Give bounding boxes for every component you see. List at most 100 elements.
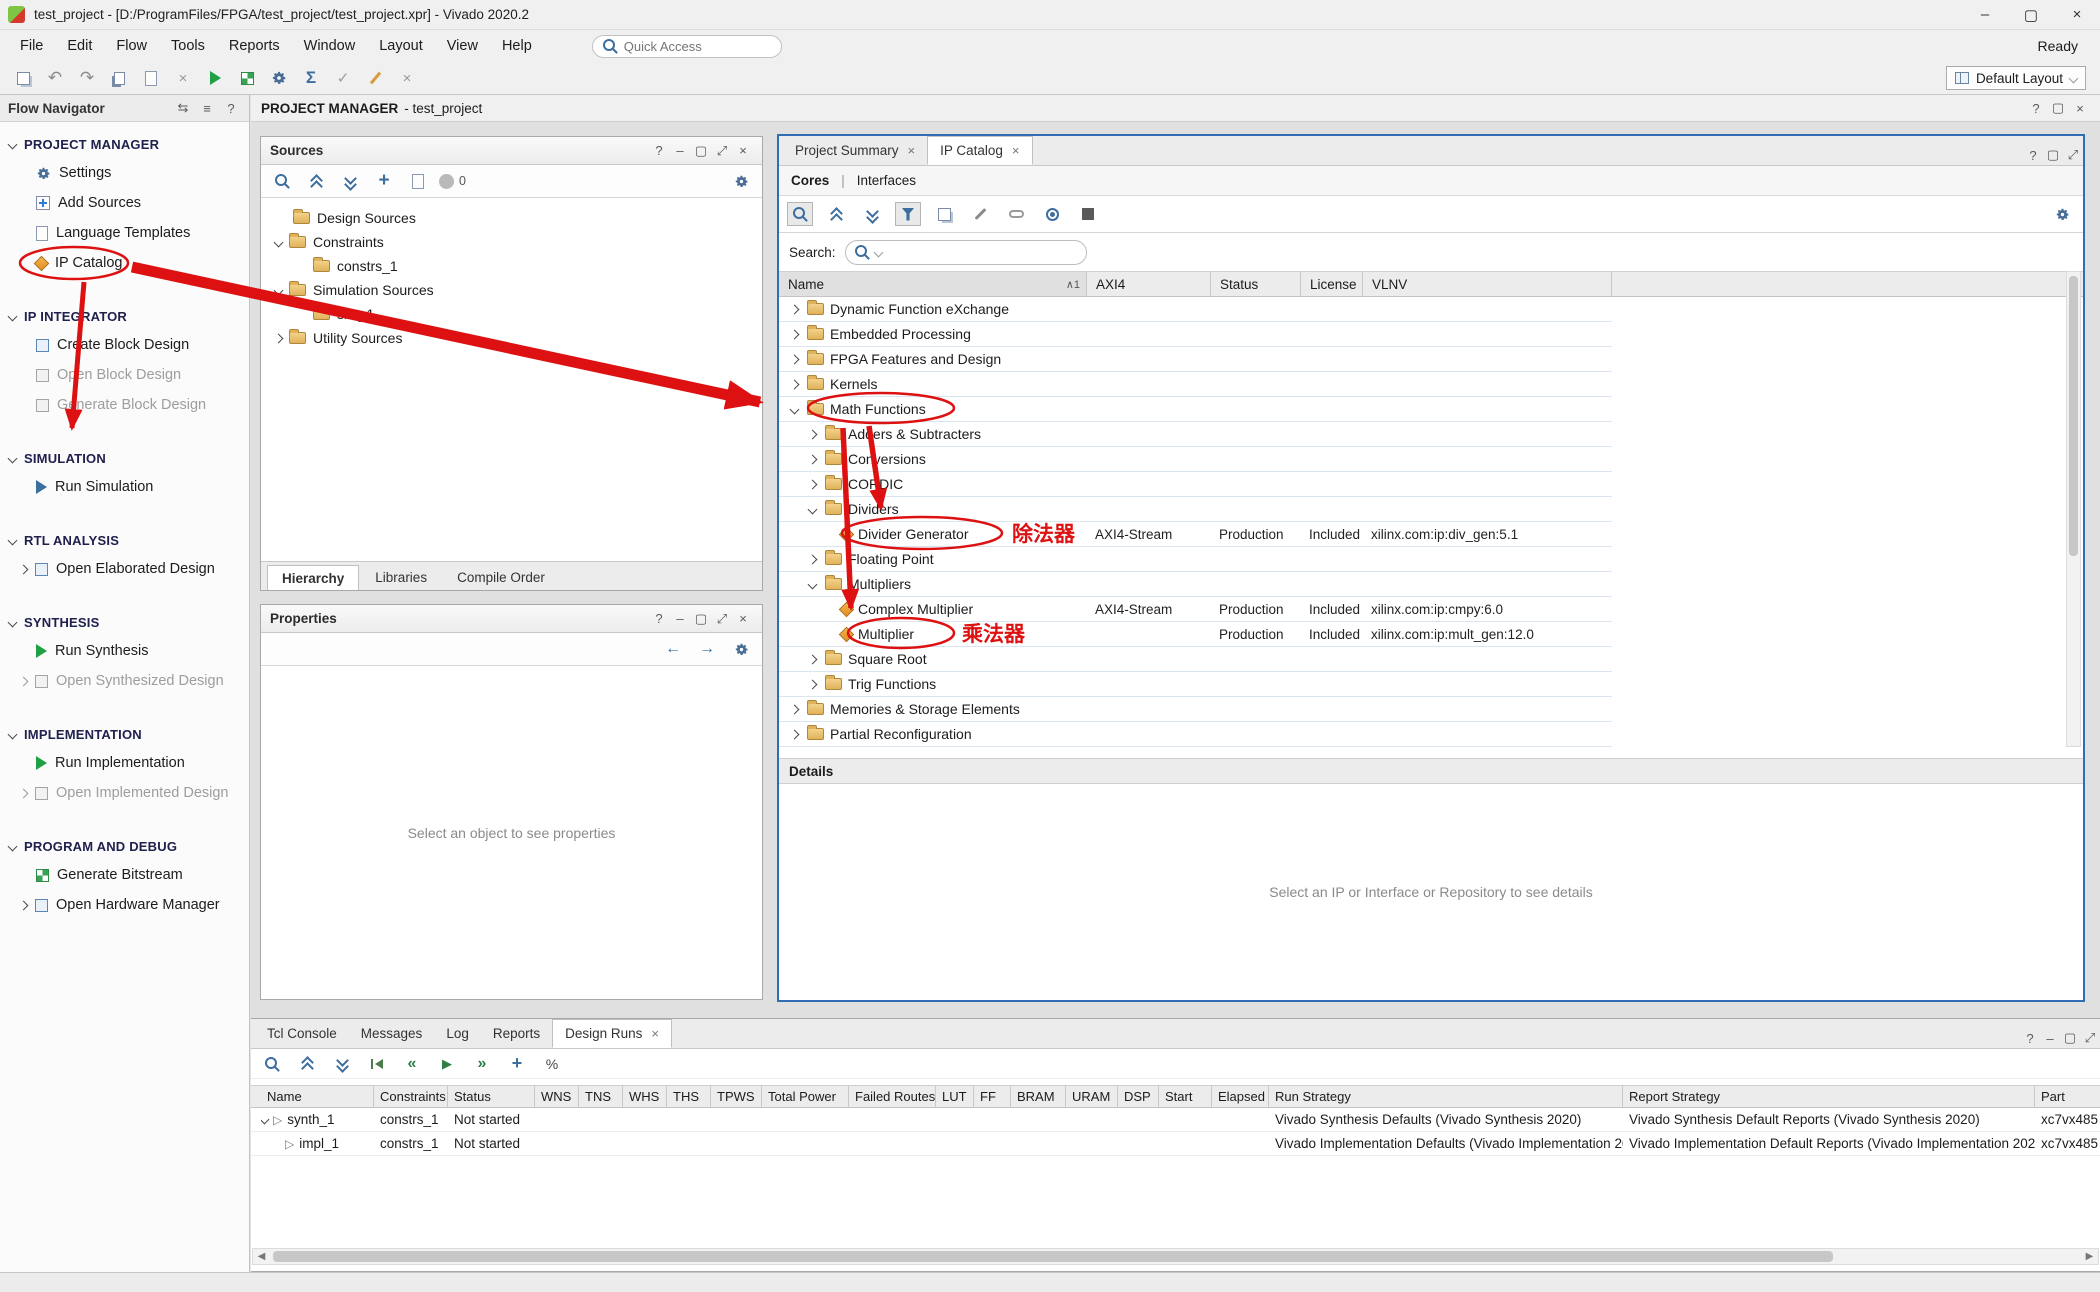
- delete-button[interactable]: ×: [170, 66, 196, 90]
- sidebar-item-open-hardware-manager[interactable]: Open Hardware Manager: [0, 890, 249, 920]
- settings-toolbar-button[interactable]: [266, 66, 292, 90]
- float-icon[interactable]: ▢: [691, 141, 711, 161]
- undo-button[interactable]: ↶: [42, 66, 68, 90]
- catalog-row-dynamic-function-exchange[interactable]: Dynamic Function eXchange: [779, 297, 1612, 322]
- tab-design-runs[interactable]: Design Runs ×: [552, 1019, 672, 1048]
- column-header[interactable]: Total Power: [762, 1086, 849, 1107]
- sidebar-item-open-implemented-design[interactable]: Open Implemented Design: [0, 778, 249, 808]
- tab-compile-order[interactable]: Compile Order: [443, 565, 559, 590]
- catalog-row-kernels[interactable]: Kernels: [779, 372, 1612, 397]
- close-icon[interactable]: ×: [733, 609, 753, 629]
- column-header[interactable]: Name: [261, 1086, 374, 1107]
- sidebar-item-run-synthesis[interactable]: Run Synthesis: [0, 636, 249, 666]
- menu-view[interactable]: View: [435, 34, 490, 58]
- sum-button[interactable]: Σ: [298, 66, 324, 90]
- scrollbar-thumb[interactable]: [273, 1251, 1833, 1262]
- sidebar-item-open-block-design[interactable]: Open Block Design: [0, 360, 249, 390]
- edit-properties-button[interactable]: [405, 169, 431, 193]
- skip-to-first-button[interactable]: [364, 1052, 390, 1076]
- maximize-icon[interactable]: ⤢: [712, 609, 732, 629]
- menu-file[interactable]: File: [8, 34, 55, 58]
- catalog-row-divider-generator[interactable]: Divider Generator AXI4-Stream Production…: [779, 522, 1612, 547]
- float-icon[interactable]: ▢: [2060, 1028, 2080, 1048]
- column-header[interactable]: DSP: [1118, 1086, 1159, 1107]
- column-header[interactable]: WHS: [623, 1086, 667, 1107]
- catalog-settings-button[interactable]: [2049, 202, 2075, 226]
- open-project-button[interactable]: [10, 66, 36, 90]
- help-icon[interactable]: ?: [2020, 1028, 2040, 1048]
- column-header[interactable]: Part: [2035, 1086, 2099, 1107]
- close-icon[interactable]: ×: [733, 141, 753, 161]
- search-button[interactable]: [787, 202, 813, 226]
- close-tab-icon[interactable]: ×: [651, 1026, 659, 1041]
- customize-button[interactable]: [967, 202, 993, 226]
- catalog-row-partial-reconfiguration[interactable]: Partial Reconfiguration: [779, 722, 1612, 747]
- chevron-right-icon[interactable]: [274, 333, 284, 343]
- maximize-icon[interactable]: ⤢: [2063, 145, 2083, 165]
- run-row-synth-1[interactable]: ▷ synth_1 constrs_1 Not started Vivado S…: [251, 1108, 2100, 1132]
- cancel-button[interactable]: ×: [394, 66, 420, 90]
- tree-item-sim-1[interactable]: sim_1: [261, 302, 762, 326]
- help-icon[interactable]: ?: [649, 141, 669, 161]
- paste-button[interactable]: [138, 66, 164, 90]
- filter-button[interactable]: [895, 202, 921, 226]
- column-header[interactable]: LUT: [936, 1086, 974, 1107]
- expand-all-icon[interactable]: ≡: [197, 98, 217, 118]
- column-header-axi4[interactable]: AXI4: [1087, 272, 1211, 296]
- chevron-right-icon[interactable]: [808, 454, 818, 464]
- run-selected-button[interactable]: ▶: [434, 1052, 460, 1076]
- chevron-down-icon[interactable]: [808, 579, 818, 589]
- column-header-vlnv[interactable]: VLNV: [1363, 272, 1612, 296]
- help-icon[interactable]: ?: [2023, 145, 2043, 165]
- catalog-row-math-functions[interactable]: Math Functions: [779, 397, 1612, 422]
- chevron-right-icon[interactable]: [790, 329, 800, 339]
- sidebar-item-language-templates[interactable]: Language Templates: [0, 218, 249, 248]
- quick-access-input[interactable]: [624, 39, 744, 54]
- add-sources-button[interactable]: +: [371, 169, 397, 193]
- section-header-project-manager[interactable]: PROJECT MANAGER: [0, 130, 249, 158]
- chevron-right-icon[interactable]: [19, 676, 29, 686]
- subtab-cores[interactable]: Cores: [791, 173, 829, 188]
- chevron-right-icon[interactable]: [808, 554, 818, 564]
- column-header[interactable]: Elapsed: [1212, 1086, 1269, 1107]
- sidebar-item-add-sources[interactable]: Add Sources: [0, 188, 249, 218]
- catalog-row-adders-subtracters[interactable]: Adders & Subtracters: [779, 422, 1612, 447]
- run-button[interactable]: [202, 66, 228, 90]
- link-button[interactable]: [1003, 202, 1029, 226]
- section-header-rtl-analysis[interactable]: RTL ANALYSIS: [0, 526, 249, 554]
- menu-layout[interactable]: Layout: [367, 34, 435, 58]
- catalog-row-cordic[interactable]: CORDIC: [779, 472, 1612, 497]
- menu-edit[interactable]: Edit: [55, 34, 104, 58]
- catalog-row-dividers[interactable]: Dividers: [779, 497, 1612, 522]
- chevron-down-icon[interactable]: [790, 404, 800, 414]
- tab-reports[interactable]: Reports: [481, 1019, 552, 1048]
- catalog-search-input[interactable]: [845, 240, 1087, 265]
- chevron-right-icon[interactable]: [19, 788, 29, 798]
- tab-libraries[interactable]: Libraries: [361, 565, 441, 590]
- step-forward-button[interactable]: »: [469, 1052, 495, 1076]
- help-icon[interactable]: ?: [221, 98, 241, 118]
- float-icon[interactable]: ▢: [2043, 145, 2063, 165]
- edit-button[interactable]: [362, 66, 388, 90]
- chevron-right-icon[interactable]: [790, 304, 800, 314]
- sidebar-item-settings[interactable]: Settings: [0, 158, 249, 188]
- quick-access-search[interactable]: [592, 35, 782, 58]
- stop-button[interactable]: [1075, 202, 1101, 226]
- target-button[interactable]: [1039, 202, 1065, 226]
- bitstream-toolbar-button[interactable]: [234, 66, 260, 90]
- forward-button[interactable]: →: [694, 637, 720, 661]
- expand-all-button[interactable]: [859, 202, 885, 226]
- search-button[interactable]: [259, 1052, 285, 1076]
- subtab-interfaces[interactable]: Interfaces: [857, 173, 916, 188]
- chevron-right-icon[interactable]: [790, 704, 800, 714]
- sidebar-item-run-simulation[interactable]: Run Simulation: [0, 472, 249, 502]
- section-header-synthesis[interactable]: SYNTHESIS: [0, 608, 249, 636]
- tree-item-simulation-sources[interactable]: Simulation Sources: [261, 278, 762, 302]
- expand-all-button[interactable]: [329, 1052, 355, 1076]
- column-header[interactable]: URAM: [1066, 1086, 1118, 1107]
- sidebar-item-open-elaborated-design[interactable]: Open Elaborated Design: [0, 554, 249, 584]
- column-header[interactable]: BRAM: [1011, 1086, 1066, 1107]
- create-run-button[interactable]: +: [504, 1052, 530, 1076]
- section-header-implementation[interactable]: IMPLEMENTATION: [0, 720, 249, 748]
- tab-project-summary[interactable]: Project Summary ×: [783, 136, 927, 165]
